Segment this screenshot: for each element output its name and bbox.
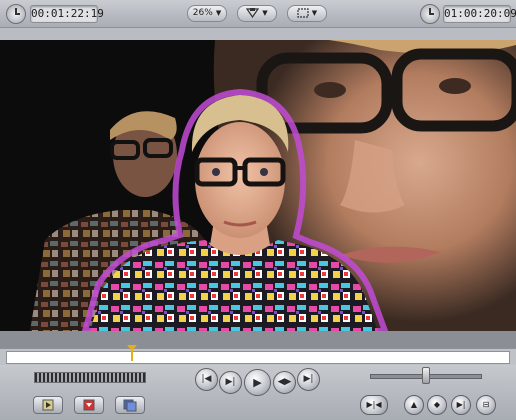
play-in-to-out-button[interactable]: ▶| (219, 371, 242, 394)
zoom-popup[interactable]: 26% ▼ (187, 5, 227, 22)
canvas-footer (0, 331, 516, 348)
insert-edit-icon (42, 399, 54, 411)
match-frame-button[interactable]: ⊟ (476, 395, 496, 415)
zoom-label: 26% (192, 8, 213, 18)
go-to-previous-edit-button[interactable]: |◀ (195, 368, 218, 391)
canvas-video-frame[interactable] (0, 40, 516, 331)
insert-edit-button[interactable] (33, 396, 63, 414)
overwrite-edit-icon (83, 399, 95, 411)
view-mode-icon (246, 7, 260, 18)
add-marker-button[interactable]: ◆ (427, 395, 447, 415)
viewer-toolbar: 00:01:22:19 26% ▼ ▼ ▼ 01:00:20:09 (0, 0, 516, 28)
play-button[interactable]: ▶ (244, 369, 271, 396)
overlay-popup[interactable]: ▼ (287, 5, 327, 22)
shuttle-knob[interactable] (422, 367, 430, 384)
view-popup[interactable]: ▼ (237, 5, 277, 22)
chevron-down-icon: ▼ (215, 9, 222, 17)
replace-edit-icon (123, 399, 137, 412)
duration-timecode-field[interactable]: 01:00:20:09 (443, 5, 516, 23)
chevron-down-icon: ▼ (311, 9, 318, 17)
chevron-down-icon: ▼ (262, 9, 268, 17)
mark-out-button[interactable]: ▶| (451, 395, 471, 415)
current-timecode-field[interactable]: 00:01:22:19 (30, 5, 104, 23)
play-around-current-button[interactable]: ◀▶ (273, 371, 296, 394)
scrubber-bar[interactable] (0, 345, 516, 366)
go-to-next-edit-button[interactable]: ▶| (297, 368, 320, 391)
timeline-ruler[interactable] (6, 351, 510, 364)
overwrite-edit-button[interactable] (74, 396, 104, 414)
mark-clip-button[interactable]: ▲ (404, 395, 424, 415)
replace-edit-button[interactable] (115, 396, 145, 414)
video-frame-image (0, 40, 516, 331)
clock-icon (6, 4, 26, 24)
playhead[interactable] (127, 345, 137, 361)
jog-control[interactable] (34, 372, 146, 383)
title-safe-icon (297, 7, 309, 18)
transport-controls: |◀ ▶| ▶ ◀▶ ▶| ▶|◀ ▲ ◆ ▶| ⊟ (0, 365, 516, 420)
clock-icon (420, 4, 440, 24)
mark-in-out-button[interactable]: ▶|◀ (360, 395, 388, 415)
